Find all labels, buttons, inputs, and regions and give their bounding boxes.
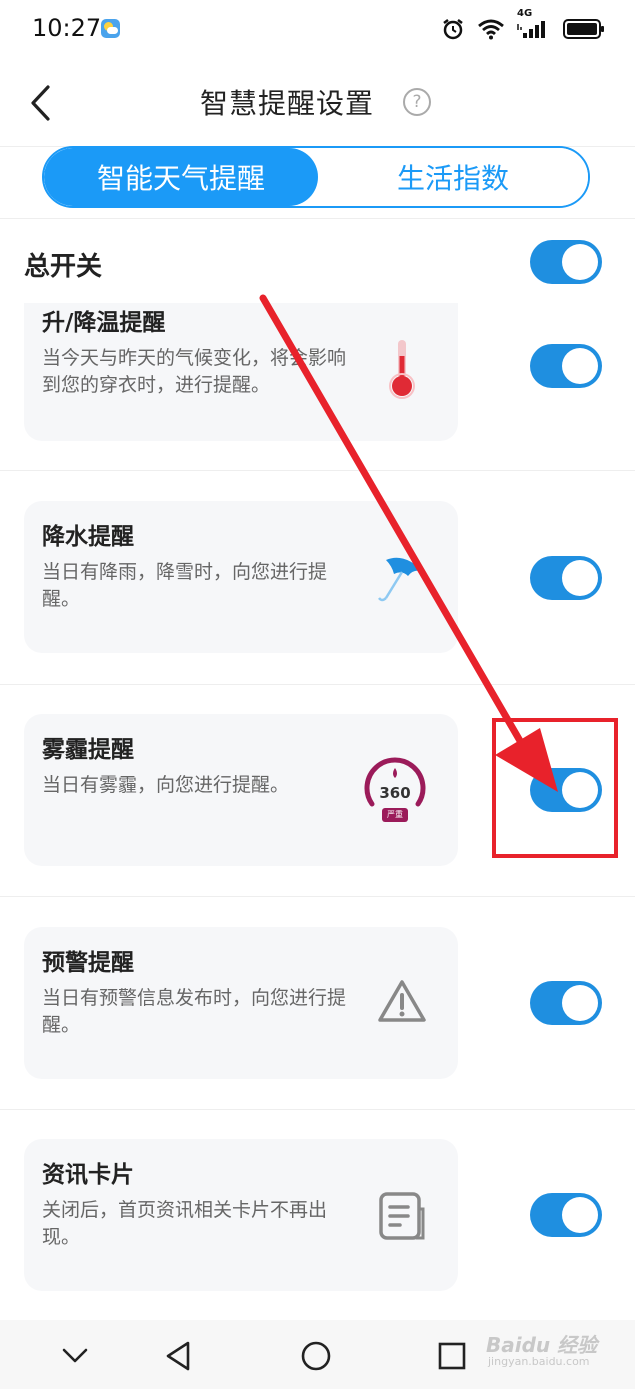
thermometer-icon: [374, 333, 430, 403]
reminder-title: 降水提醒: [42, 524, 134, 550]
status-bar: 10:27 4G: [0, 0, 635, 60]
air-quality-gauge-icon: 360 严重: [360, 754, 430, 824]
watermark-sub: jingyan.baidu.com: [488, 1355, 590, 1368]
tab-smart-weather[interactable]: 智能天气提醒: [44, 148, 318, 206]
reminder-title: 雾霾提醒: [42, 737, 134, 763]
network-type: 4G: [517, 8, 533, 19]
help-icon[interactable]: ?: [403, 88, 431, 116]
news-card-toggle[interactable]: [530, 1193, 602, 1237]
reminder-desc: 当今天与昨天的气候变化，将会影响到您的穿衣时，进行提醒。: [42, 347, 347, 396]
tab-life-index[interactable]: 生活指数: [318, 148, 588, 206]
reminder-card-temperature: 升/降温提醒 当今天与昨天的气候变化，将会影响到您的穿衣时，进行提醒。: [24, 303, 458, 441]
nav-back-button[interactable]: [158, 1336, 198, 1376]
battery-icon: [563, 18, 605, 40]
row-divider: [0, 684, 635, 685]
baidu-jingyan-watermark: Baidu 经验 jingyan.baidu.com: [486, 1325, 616, 1373]
reminder-title: 资讯卡片: [42, 1162, 134, 1188]
weather-icon: [101, 19, 120, 38]
status-icons: 4G: [441, 8, 605, 44]
warning-reminder-toggle[interactable]: [530, 981, 602, 1025]
gauge-value: 360: [379, 784, 411, 802]
reminder-card-precipitation: 降水提醒 当日有降雨，降雪时，向您进行提醒。: [24, 501, 458, 653]
reminder-card-warning: 预警提醒 当日有预警信息发布时，向您进行提醒。: [24, 927, 458, 1079]
circle-home-icon: [301, 1341, 331, 1371]
triangle-back-icon: [166, 1341, 190, 1371]
alarm-icon: [441, 17, 465, 41]
reminder-title: 预警提醒: [42, 950, 134, 976]
temperature-reminder-toggle[interactable]: [530, 344, 602, 388]
watermark-main: Baidu 经验: [486, 1333, 598, 1357]
back-button[interactable]: [20, 80, 60, 126]
gauge-label: 严重: [382, 808, 408, 822]
row-divider: [0, 470, 635, 471]
wifi-icon: [477, 18, 505, 40]
nav-home-button[interactable]: [296, 1336, 336, 1376]
reminder-desc: 关闭后，首页资讯相关卡片不再出现。: [42, 1199, 328, 1248]
status-time: 10:27: [32, 14, 102, 42]
page-title: 智慧提醒设置: [200, 87, 375, 120]
annotation-highlight-box: [492, 718, 618, 858]
umbrella-icon: [374, 543, 430, 613]
reminder-desc: 当日有降雨，降雪时，向您进行提醒。: [42, 561, 328, 610]
master-switch-label: 总开关: [24, 252, 103, 282]
nav-recents-button[interactable]: [432, 1336, 472, 1376]
row-divider: [0, 1109, 635, 1110]
master-switch-toggle[interactable]: [530, 240, 602, 284]
cellular-signal-icon: 4G: [517, 8, 551, 40]
reminder-desc: 当日有雾霾，向您进行提醒。: [42, 774, 290, 796]
reminder-card-smog: 雾霾提醒 当日有雾霾，向您进行提醒。 360 严重: [24, 714, 458, 866]
row-divider: [0, 896, 635, 897]
tab-bar: 智能天气提醒 生活指数: [42, 146, 590, 208]
reminder-card-news: 资讯卡片 关闭后，首页资讯相关卡片不再出现。: [24, 1139, 458, 1291]
chevron-down-icon: [62, 1348, 88, 1363]
nav-collapse-button[interactable]: [55, 1336, 95, 1376]
news-card-icon: [374, 1181, 430, 1251]
reminder-title: 升/降温提醒: [42, 310, 166, 336]
chevron-left-icon: [31, 85, 50, 121]
header: 智慧提醒设置 ?: [0, 60, 635, 146]
reminder-desc: 当日有预警信息发布时，向您进行提醒。: [42, 987, 347, 1036]
square-recents-icon: [438, 1342, 466, 1370]
warning-triangle-icon: [374, 967, 430, 1037]
precipitation-reminder-toggle[interactable]: [530, 556, 602, 600]
tabs-divider: [0, 218, 635, 219]
